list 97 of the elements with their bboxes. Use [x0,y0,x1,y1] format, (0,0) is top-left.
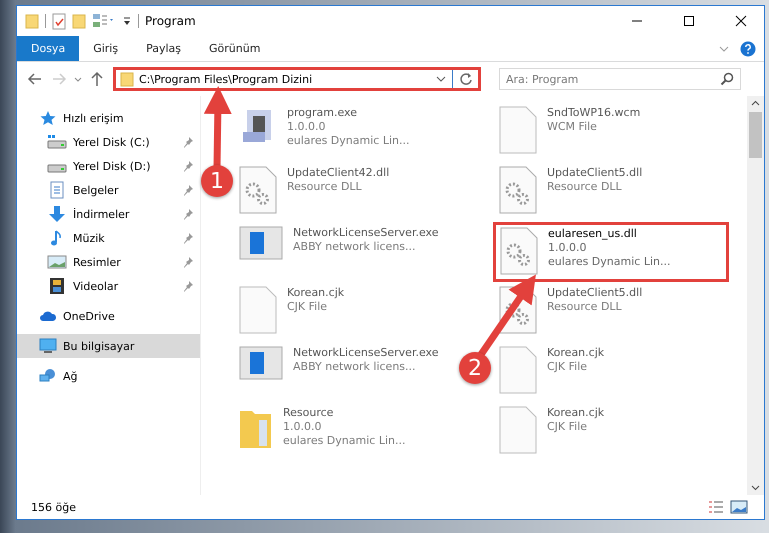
application-window-icon [239,226,283,260]
blank-file-icon [499,106,537,154]
sidebar-item[interactable]: Hızlı erişim [17,106,200,130]
file-item[interactable]: Korean.cjk CJK File [233,282,457,342]
star-icon [39,110,57,126]
file-detail: Resource DLL [547,300,623,313]
file-item[interactable]: Korean.cjk CJK File [493,402,741,462]
ribbon-tab[interactable]: Görünüm [195,36,274,61]
ribbon-tab[interactable]: Dosya [17,36,80,61]
file-detail: CJK File [547,420,588,433]
file-detail: ABBY network licens... [293,240,417,253]
file-name: NetworkLicenseServer.exe [293,346,438,359]
file-item[interactable]: UpdateClient5.dll Resource DLL [493,282,741,342]
gear-file-icon [499,166,537,214]
file-name: Korean.cjk [287,286,344,299]
file-detail: Resource DLL [287,180,363,193]
file-detail: 1.0.0.0 [287,120,326,133]
sidebar-item[interactable]: Bu bilgisayar [17,334,200,358]
folder-icon [120,71,134,87]
download-arrow-icon [47,205,67,223]
ribbon-tab[interactable]: Giriş [79,36,132,61]
pin-icon[interactable] [182,280,194,292]
file-name: SndToWP16.wcm [547,106,640,119]
pin-icon[interactable] [182,208,194,220]
file-detail: eulares Dynamic Lin... [287,134,410,147]
pin-icon[interactable] [182,232,194,244]
file-detail: WCM File [547,120,598,133]
file-detail: ABBY network licens... [293,360,417,373]
properties-icon[interactable] [52,12,66,30]
file-name: Korean.cjk [547,346,604,359]
ribbon-tab[interactable]: Paylaş [132,36,195,61]
sidebar-item[interactable]: Yerel Disk (C:) [17,130,200,154]
file-item[interactable]: eularesen_us.dll 1.0.0.0 eulares Dynamic Lin... [493,222,729,282]
file-detail: CJK File [287,300,328,313]
gear-file-icon [239,166,277,214]
sidebar-item[interactable]: Resimler [17,250,200,274]
file-detail: 1.0.0.0 [548,241,588,254]
search-field[interactable]: Ara: Program [499,68,741,90]
file-item[interactable]: NetworkLicenseServer.exe ABBY network licens... [233,342,457,402]
file-detail: Resource DLL [547,180,623,193]
large-icons-view-icon[interactable] [730,500,748,514]
item-count: 156 öğe [31,500,76,514]
file-detail: CJK File [547,360,588,373]
pin-icon[interactable] [182,184,194,196]
dropdown-caret-icon[interactable] [435,74,447,84]
application-window-icon [239,346,283,380]
file-name: UpdateClient5.dll [547,286,642,299]
customize-caret-icon[interactable] [122,15,132,27]
file-name: NetworkLicenseServer.exe [293,226,438,239]
film-icon [47,277,67,295]
drive-icon [47,135,67,149]
details-view-icon[interactable] [708,500,724,514]
file-item[interactable]: Resource 1.0.0.0 eulares Dynamic Lin... [233,402,457,462]
view-dropdown-icon[interactable] [92,13,116,29]
blank-file-icon [499,346,537,394]
sidebar-item[interactable]: OneDrive [17,304,200,328]
pin-icon[interactable] [182,160,194,172]
network-icon [39,368,57,384]
search-icon [720,72,734,86]
blank-file-icon [499,406,537,454]
blank-file-icon [239,286,277,334]
scrollbar[interactable] [747,96,764,495]
file-name: UpdateClient42.dll [287,166,390,179]
file-detail: 1.0.0.0 [283,420,322,433]
sidebar-item[interactable]: Videolar [17,274,200,298]
pin-icon[interactable] [182,256,194,268]
file-item[interactable]: NetworkLicenseServer.exe ABBY network licens... [233,222,457,282]
help-icon[interactable] [740,40,756,56]
file-name: Resource [283,406,334,419]
sidebar-item[interactable]: Ağ [17,364,200,388]
file-detail: eulares Dynamic Lin... [548,255,670,268]
file-item[interactable]: SndToWP16.wcm WCM File [493,102,741,162]
file-detail: eulares Dynamic Lin... [283,434,406,447]
window-title: Program [145,14,196,28]
file-item[interactable]: program.exe 1.0.0.0 eulares Dynamic Lin... [233,102,457,162]
cloud-icon [39,309,57,323]
file-name: eularesen_us.dll [548,227,638,240]
pin-icon[interactable] [182,136,194,148]
monitor-icon [39,338,57,354]
picture-icon [47,254,67,270]
file-name: program.exe [287,106,358,119]
sidebar-item[interactable]: Yerel Disk (D:) [17,154,200,178]
expand-ribbon-icon[interactable] [718,44,730,54]
new-folder-icon[interactable] [72,13,86,29]
file-item[interactable]: Korean.cjk CJK File [493,342,741,402]
sidebar-item[interactable]: İndirmeler [17,202,200,226]
refresh-icon[interactable] [458,71,474,87]
address-bar[interactable]: C:\Program Files\Program Dizini [113,67,481,91]
sidebar-item[interactable]: Müzik [17,226,200,250]
sidebar-item[interactable]: Belgeler [17,178,200,202]
gear-file-icon [500,227,538,275]
folder-icon[interactable] [25,13,39,29]
file-name: Korean.cjk [547,406,604,419]
file-item[interactable]: UpdateClient42.dll Resource DLL [233,162,457,222]
scrollbar-thumb[interactable] [749,112,762,158]
file-item[interactable]: UpdateClient5.dll Resource DLL [493,162,741,222]
file-name: UpdateClient5.dll [547,166,642,179]
